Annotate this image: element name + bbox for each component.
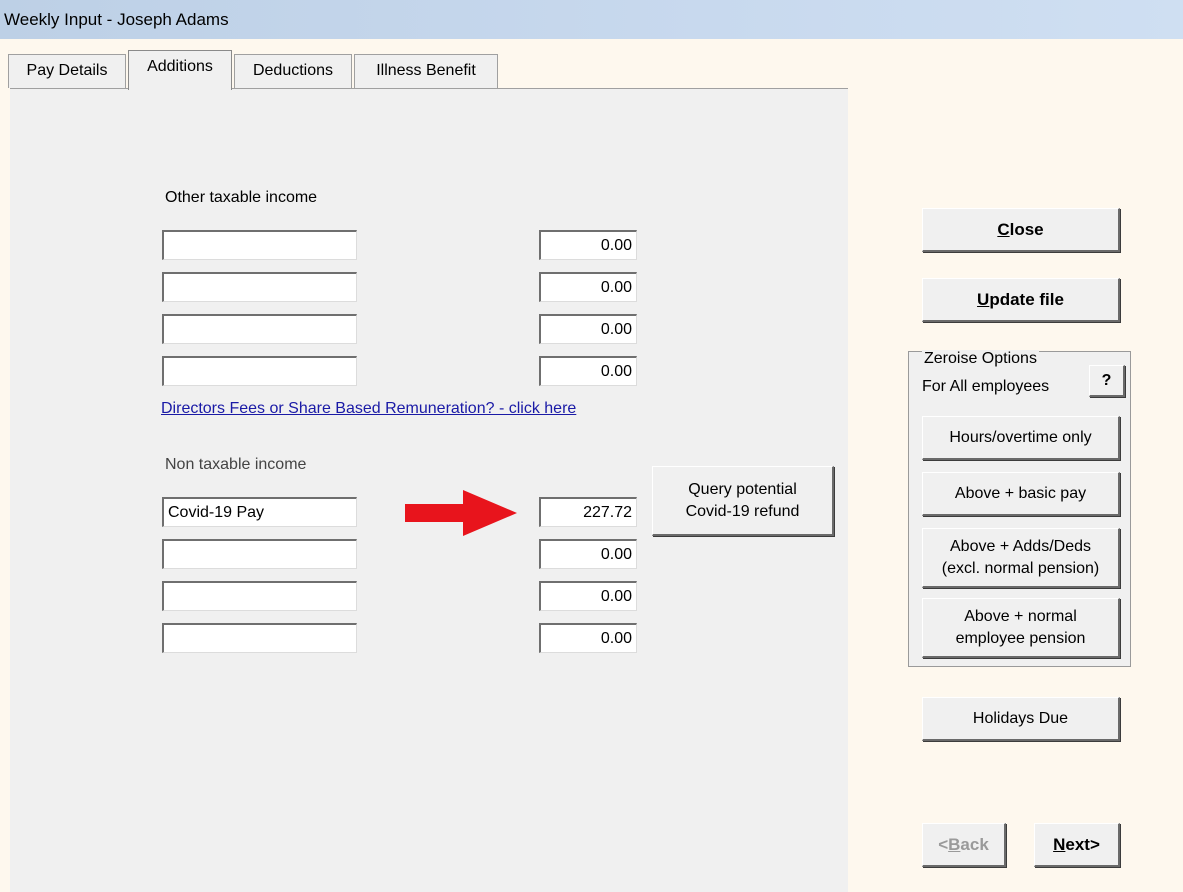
non-taxable-desc-3[interactable] <box>162 581 357 611</box>
adds-deds-line2: (excl. normal pension) <box>941 559 1100 577</box>
taxable-amount-1[interactable] <box>539 230 637 260</box>
next-accel: N <box>1053 834 1066 854</box>
next-label: ext> <box>1065 834 1100 854</box>
update-file-button[interactable]: Update file <box>922 278 1120 322</box>
update-accel: U <box>977 289 990 309</box>
tab-illness-benefit[interactable]: Illness Benefit <box>354 54 498 88</box>
taxable-desc-1[interactable] <box>162 230 357 260</box>
non-taxable-amount-1[interactable] <box>539 497 637 527</box>
back-accel: B <box>948 834 961 854</box>
back-prefix: < <box>938 834 949 854</box>
back-label: ack <box>960 834 989 854</box>
zeroise-pension-button[interactable]: Above + normal employee pension <box>922 598 1120 658</box>
taxable-desc-3[interactable] <box>162 314 357 344</box>
non-taxable-desc-1[interactable] <box>162 497 357 527</box>
taxable-amount-4[interactable] <box>539 356 637 386</box>
close-button[interactable]: Close <box>922 208 1120 252</box>
taxable-amount-3[interactable] <box>539 314 637 344</box>
pension-line1: Above + normal <box>964 607 1077 625</box>
close-accel: C <box>997 219 1010 239</box>
taxable-desc-4[interactable] <box>162 356 357 386</box>
zeroise-help-button[interactable]: ? <box>1089 365 1125 397</box>
update-label: pdate file <box>989 289 1064 309</box>
tab-pay-details[interactable]: Pay Details <box>8 54 126 88</box>
tab-deductions[interactable]: Deductions <box>234 54 352 88</box>
non-taxable-amount-2[interactable] <box>539 539 637 569</box>
window-title: Weekly Input - Joseph Adams <box>0 0 1183 39</box>
adds-deds-line1: Above + Adds/Deds <box>950 537 1091 555</box>
taxable-desc-2[interactable] <box>162 272 357 302</box>
non-taxable-desc-2[interactable] <box>162 539 357 569</box>
directors-fees-link[interactable]: Directors Fees or Share Based Remunerati… <box>161 400 576 418</box>
close-label: lose <box>1009 219 1044 239</box>
taxable-heading: Other taxable income <box>165 189 318 206</box>
pension-line2: employee pension <box>955 629 1086 647</box>
zeroise-subtitle: For All employees <box>922 378 1050 395</box>
zeroise-basic-pay-button[interactable]: Above + basic pay <box>922 472 1120 516</box>
red-arrow-icon <box>405 490 517 536</box>
tab-additions[interactable]: Additions <box>128 50 232 90</box>
query-button-line2: Covid-19 refund <box>685 502 800 520</box>
zeroise-adds-deds-button[interactable]: Above + Adds/Deds (excl. normal pension) <box>922 528 1120 588</box>
taxable-amount-2[interactable] <box>539 272 637 302</box>
non-taxable-heading: Non taxable income <box>165 456 307 473</box>
query-button-line1: Query potential <box>688 480 797 498</box>
non-taxable-desc-4[interactable] <box>162 623 357 653</box>
zeroise-legend: Zeroise Options <box>922 350 1039 368</box>
back-button[interactable]: < Back <box>922 823 1006 867</box>
holidays-due-button[interactable]: Holidays Due <box>922 697 1120 741</box>
non-taxable-amount-3[interactable] <box>539 581 637 611</box>
non-taxable-amount-4[interactable] <box>539 623 637 653</box>
next-button[interactable]: Next> <box>1034 823 1120 867</box>
zeroise-hours-overtime-button[interactable]: Hours/overtime only <box>922 416 1120 460</box>
query-covid-refund-button[interactable]: Query potential Covid-19 refund <box>652 466 834 536</box>
